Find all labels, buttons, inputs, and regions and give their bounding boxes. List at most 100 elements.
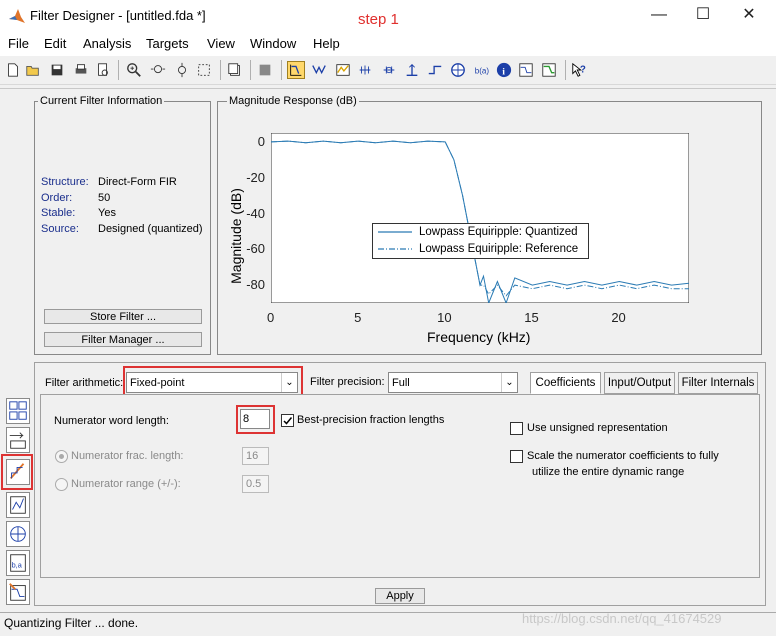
menu-help[interactable]: Help bbox=[313, 36, 340, 51]
magnitude-response-title: Magnitude Response (dB) bbox=[227, 95, 359, 107]
structure-label: Structure: bbox=[41, 176, 89, 188]
y-tick-label: -20 bbox=[246, 169, 265, 185]
watermark-text: https://blog.csdn.net/qq_41674529 bbox=[522, 611, 722, 626]
tab-filter-internals[interactable]: Filter Internals bbox=[678, 372, 758, 394]
tab-coefficients[interactable]: Coefficients bbox=[530, 372, 601, 394]
stable-label: Stable: bbox=[41, 207, 76, 219]
numerator-range-label: Numerator range (+/-): bbox=[71, 478, 181, 490]
full-view-icon[interactable] bbox=[195, 61, 213, 79]
checkmark-icon bbox=[283, 417, 293, 425]
pole-zero-icon[interactable] bbox=[449, 61, 467, 79]
matlab-logo-icon bbox=[9, 9, 25, 23]
multirate-design-icon[interactable] bbox=[6, 492, 30, 518]
step-response-icon[interactable] bbox=[426, 61, 444, 79]
magnitude-response-icon[interactable] bbox=[310, 61, 328, 79]
menu-edit[interactable]: Edit bbox=[44, 36, 66, 51]
x-axis-label: Frequency (kHz) bbox=[427, 329, 531, 345]
phase-delay-icon[interactable] bbox=[380, 61, 398, 79]
coefficients-icon[interactable]: b(a) bbox=[472, 61, 490, 79]
numerator-frac-length-label: Numerator frac. length: bbox=[71, 450, 184, 462]
tab-input-output[interactable]: Input/Output bbox=[604, 372, 675, 394]
transform-filter-icon[interactable] bbox=[6, 398, 30, 424]
x-tick-label: 20 bbox=[611, 310, 626, 325]
menu-window[interactable]: Window bbox=[250, 36, 296, 51]
x-tick-label: 0 bbox=[267, 310, 275, 325]
toolbar-divider bbox=[0, 88, 776, 89]
filter-manager-button[interactable]: Filter Manager ... bbox=[44, 332, 202, 347]
best-precision-checkbox[interactable] bbox=[281, 414, 294, 427]
zoom-in-icon[interactable] bbox=[125, 61, 143, 79]
current-filter-info-title: Current Filter Information bbox=[38, 95, 165, 107]
store-filter-button[interactable]: Store Filter ... bbox=[44, 309, 202, 324]
y-tick-label: -60 bbox=[246, 241, 265, 257]
numerator-range-radio[interactable] bbox=[55, 478, 68, 491]
x-tick-label: 5 bbox=[354, 310, 362, 325]
maximize-button[interactable]: ☐ bbox=[680, 0, 726, 32]
scale-numerator-checkbox[interactable] bbox=[510, 450, 523, 463]
open-folder-icon[interactable] bbox=[24, 61, 42, 79]
print-icon[interactable] bbox=[72, 61, 90, 79]
numerator-frac-length-input: 16 bbox=[242, 447, 269, 465]
svg-text:b,a: b,a bbox=[12, 561, 23, 570]
source-value: Designed (quantized) bbox=[98, 223, 203, 235]
save-icon[interactable] bbox=[48, 61, 66, 79]
apply-button[interactable]: Apply bbox=[375, 588, 425, 604]
magnitude-estimate-icon[interactable] bbox=[517, 61, 535, 79]
chevron-down-icon[interactable]: ⌄ bbox=[501, 373, 517, 392]
filter-arithmetic-label: Filter arithmetic: bbox=[45, 377, 124, 389]
zoom-x-icon[interactable] bbox=[149, 61, 167, 79]
svg-text:b(a): b(a) bbox=[475, 67, 490, 76]
step-annotation: step 1 bbox=[358, 11, 399, 28]
x-tick-label: 15 bbox=[524, 310, 539, 325]
numerator-range-input: 0.5 bbox=[242, 475, 269, 493]
menu-targets[interactable]: Targets bbox=[146, 36, 189, 51]
menu-view[interactable]: View bbox=[207, 36, 235, 51]
impulse-response-icon[interactable] bbox=[403, 61, 421, 79]
stable-value: Yes bbox=[98, 207, 116, 219]
magnitude-plot[interactable] bbox=[271, 133, 689, 303]
y-tick-label: -40 bbox=[246, 205, 265, 221]
y-tick-label: -80 bbox=[246, 277, 265, 293]
filter-precision-dropdown[interactable]: Full ⌄ bbox=[388, 372, 518, 393]
group-delay-icon[interactable] bbox=[356, 61, 374, 79]
filter-arithmetic-dropdown[interactable]: Fixed-point ⌄ bbox=[126, 372, 298, 393]
grid-icon[interactable] bbox=[256, 61, 274, 79]
new-file-icon[interactable] bbox=[4, 61, 22, 79]
filter-precision-value: Full bbox=[392, 377, 410, 389]
y-tick-label: 0 bbox=[257, 133, 265, 149]
new-figure-icon[interactable] bbox=[226, 61, 244, 79]
set-quantization-icon[interactable] bbox=[6, 459, 30, 485]
realize-model-icon[interactable] bbox=[6, 427, 30, 453]
scale-numerator-label-2: utilize the entire dynamic range bbox=[532, 466, 685, 478]
close-button[interactable]: ✕ bbox=[726, 0, 772, 32]
numerator-word-length-input[interactable]: 8 bbox=[240, 409, 270, 429]
filter-specs-icon[interactable] bbox=[287, 61, 305, 79]
numerator-frac-length-radio[interactable] bbox=[55, 450, 68, 463]
window-title: Filter Designer - [untitled.fda *] bbox=[30, 8, 206, 23]
x-tick-label: 10 bbox=[437, 310, 452, 325]
menu-file[interactable]: File bbox=[8, 36, 29, 51]
structure-value: Direct-Form FIR bbox=[98, 176, 177, 188]
plot-area bbox=[271, 133, 689, 303]
unsigned-representation-label: Use unsigned representation bbox=[527, 422, 668, 434]
menu-analysis[interactable]: Analysis bbox=[83, 36, 131, 51]
legend-item-reference: Lowpass Equiripple: Reference bbox=[419, 243, 579, 255]
unsigned-representation-checkbox[interactable] bbox=[510, 422, 523, 435]
numerator-word-length-label: Numerator word length: bbox=[54, 415, 169, 427]
zoom-y-icon[interactable] bbox=[173, 61, 191, 79]
legend-item-quantized: Lowpass Equiripple: Quantized bbox=[419, 226, 578, 238]
minimize-button[interactable]: — bbox=[636, 0, 682, 32]
pole-zero-editor-icon[interactable] bbox=[6, 521, 30, 547]
phase-response-icon[interactable] bbox=[334, 61, 352, 79]
filter-info-icon[interactable]: i bbox=[495, 61, 513, 79]
best-precision-label: Best-precision fraction lengths bbox=[297, 414, 445, 426]
order-label: Order: bbox=[41, 192, 73, 204]
chevron-down-icon[interactable]: ⌄ bbox=[281, 373, 297, 392]
print-preview-icon[interactable] bbox=[94, 61, 112, 79]
round-off-noise-icon[interactable] bbox=[540, 61, 558, 79]
scale-numerator-label-1: Scale the numerator coefficients to full… bbox=[527, 450, 719, 462]
whats-this-icon[interactable]: ? bbox=[570, 61, 588, 79]
legend-swatches bbox=[378, 231, 412, 250]
import-filter-icon[interactable]: b,a bbox=[6, 550, 30, 576]
design-filter-icon[interactable] bbox=[6, 579, 30, 605]
